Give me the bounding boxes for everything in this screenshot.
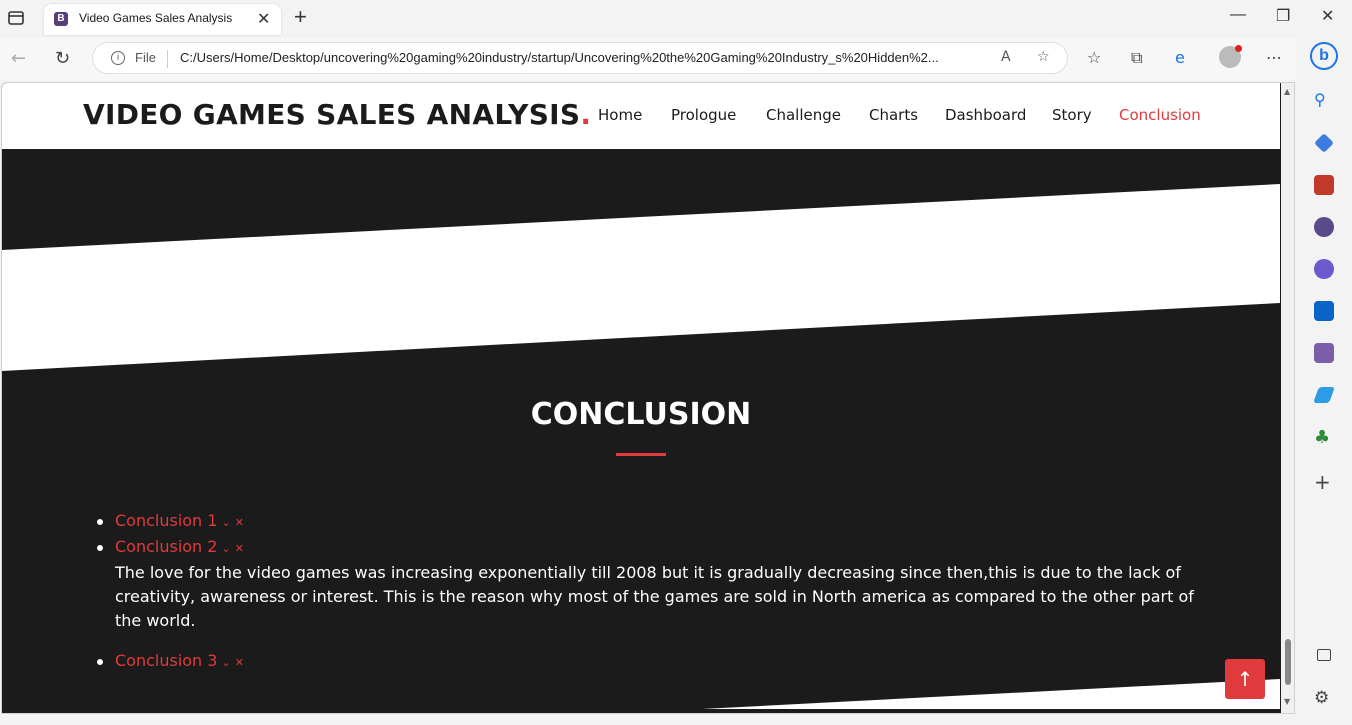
nav-conclusion[interactable]: Conclusion: [1119, 106, 1201, 124]
sidebar-toggle-icon[interactable]: [1317, 649, 1331, 661]
close-icon[interactable]: ✕: [235, 542, 244, 555]
designer-icon[interactable]: [1314, 343, 1334, 363]
accordion-item: Conclusion 3 ⌄ ✕: [94, 649, 1194, 675]
edge-sidebar: b ⚲ ♣ + ⚙: [1296, 38, 1352, 725]
read-aloud-icon[interactable]: A: [1001, 49, 1011, 65]
bing-chat-icon[interactable]: b: [1310, 42, 1338, 70]
browser-toolbar: ← ↻ i File C:/Users/Home/Desktop/uncover…: [0, 38, 1352, 80]
accordion-heading[interactable]: Conclusion 2: [115, 537, 217, 556]
tab-close-icon[interactable]: ✕: [257, 9, 270, 29]
new-tab-icon[interactable]: +: [294, 6, 307, 28]
section-title: CONCLUSION: [530, 397, 752, 432]
site-header: VIDEO GAMES SALES ANALYSIS. Home Prologu…: [2, 83, 1280, 149]
address-bar[interactable]: i File C:/Users/Home/Desktop/uncovering%…: [92, 42, 1068, 74]
close-window-icon[interactable]: ✕: [1321, 6, 1334, 26]
collections-icon[interactable]: ⧉: [1131, 48, 1142, 68]
tab-actions-icon[interactable]: [6, 8, 26, 28]
bootstrap-favicon-icon: B: [54, 12, 68, 26]
tools-icon[interactable]: [1314, 175, 1334, 195]
accordion-item: Conclusion 1 ⌄ ✕: [94, 509, 1194, 535]
refresh-icon[interactable]: ↻: [55, 48, 70, 69]
accordion-body: The love for the video games was increas…: [115, 563, 1194, 630]
title-underline: [616, 453, 666, 456]
settings-gear-icon[interactable]: ⚙: [1314, 688, 1334, 708]
back-to-top-button[interactable]: ↑: [1225, 659, 1265, 699]
tree-icon[interactable]: ♣: [1314, 427, 1334, 448]
browser-tab-strip: B Video Games Sales Analysis ✕ + — ❐ ✕: [0, 0, 1352, 38]
office-icon[interactable]: [1314, 259, 1334, 279]
scroll-thumb[interactable]: [1285, 639, 1291, 685]
logo-dot: .: [580, 98, 592, 131]
accordion-heading[interactable]: Conclusion 3: [115, 651, 217, 670]
add-favorite-icon[interactable]: ☆: [1037, 49, 1050, 65]
search-icon[interactable]: ⚲: [1314, 90, 1334, 110]
browser-tab[interactable]: B Video Games Sales Analysis ✕: [44, 4, 281, 35]
conclusion-accordion: Conclusion 1 ⌄ ✕ Conclusion 2 ⌄ ✕ The love f…: [94, 509, 1194, 675]
favorites-icon[interactable]: ☆: [1087, 48, 1101, 67]
accordion-item: Conclusion 2 ⌄ ✕ The love for the video ga…: [94, 535, 1194, 649]
chevron-down-icon[interactable]: ⌄: [221, 516, 230, 529]
edge-extension-icon[interactable]: e: [1175, 48, 1185, 67]
maximize-icon[interactable]: ❐: [1276, 6, 1290, 26]
page-scrollbar[interactable]: ▲ ▼: [1281, 83, 1294, 713]
divider: [167, 50, 168, 68]
back-icon[interactable]: ←: [11, 48, 26, 69]
scroll-down-icon[interactable]: ▼: [1284, 697, 1290, 706]
arrow-up-icon: ↑: [1236, 667, 1254, 691]
page-viewport: VIDEO GAMES SALES ANALYSIS. Home Prologu…: [1, 82, 1295, 714]
nav-prologue[interactable]: Prologue: [671, 106, 736, 124]
notification-dot: [1235, 45, 1242, 52]
logo-text: VIDEO GAMES SALES ANALYSIS: [83, 98, 581, 131]
nav-dashboard[interactable]: Dashboard: [945, 106, 1026, 124]
site-logo[interactable]: VIDEO GAMES SALES ANALYSIS.: [83, 98, 591, 131]
games-icon[interactable]: [1314, 217, 1334, 237]
scroll-up-icon[interactable]: ▲: [1284, 87, 1290, 96]
nav-home[interactable]: Home: [598, 106, 642, 124]
close-icon[interactable]: ✕: [235, 656, 244, 669]
shopping-tag-icon[interactable]: [1314, 133, 1334, 153]
nav-story[interactable]: Story: [1052, 106, 1092, 124]
nav-challenge[interactable]: Challenge: [766, 106, 841, 124]
telegram-icon[interactable]: [1313, 387, 1335, 403]
outlook-icon[interactable]: [1314, 301, 1334, 321]
url-text[interactable]: C:/Users/Home/Desktop/uncovering%20gamin…: [180, 50, 995, 65]
nav-charts[interactable]: Charts: [869, 106, 918, 124]
minimize-icon[interactable]: —: [1230, 6, 1246, 24]
accordion-heading[interactable]: Conclusion 1: [115, 511, 217, 530]
add-sidebar-icon[interactable]: +: [1314, 470, 1334, 494]
file-label: File: [135, 50, 156, 65]
info-icon[interactable]: i: [111, 51, 125, 65]
chevron-down-icon[interactable]: ⌄: [221, 656, 230, 669]
close-icon[interactable]: ✕: [235, 516, 244, 529]
tab-title: Video Games Sales Analysis: [79, 11, 233, 25]
more-menu-icon[interactable]: ⋯: [1266, 48, 1282, 67]
chevron-down-icon[interactable]: ⌄: [221, 542, 230, 555]
